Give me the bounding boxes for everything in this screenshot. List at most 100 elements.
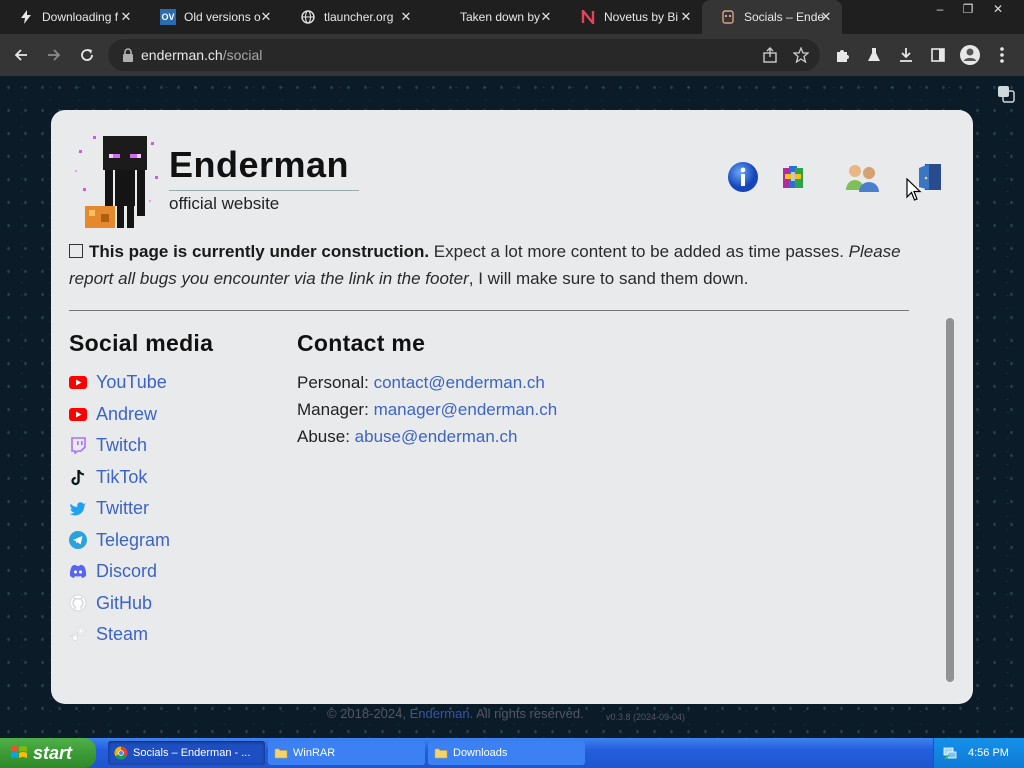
enderman-avatar [69, 130, 161, 230]
contact-label: Manager: [297, 400, 369, 419]
arrow-left-icon [14, 49, 27, 61]
browser-toolbar: enderman.ch/social [0, 34, 1024, 76]
telegram-icon [69, 531, 87, 549]
taskbar: start Socials – Enderman - ... WinRAR Do… [0, 738, 1024, 768]
close-icon[interactable]: ✕ [258, 9, 274, 25]
footer-author-link[interactable]: Enderman [410, 706, 470, 721]
youtube-icon [69, 405, 87, 423]
close-icon[interactable]: ✕ [818, 9, 834, 25]
contact-email-link[interactable]: manager@enderman.ch [374, 400, 558, 419]
start-button[interactable]: start [0, 738, 96, 768]
github-icon [69, 594, 87, 612]
section-divider [69, 310, 909, 311]
translate-icon[interactable] [997, 85, 1015, 103]
users-icon[interactable] [844, 160, 879, 194]
social-link-twitter[interactable]: Twitter [96, 498, 149, 519]
social-item-twitch[interactable]: Twitch [69, 433, 229, 457]
ov-logo-icon: OV [160, 9, 176, 25]
social-link-discord[interactable]: Discord [96, 561, 157, 582]
social-item-andrew[interactable]: Andrew [69, 402, 229, 426]
mouse-cursor-icon [906, 178, 922, 201]
contact-row-abuse: Abuse: abuse@enderman.ch [297, 427, 517, 447]
social-item-tiktok[interactable]: TikTok [69, 465, 229, 489]
tab-novetus[interactable]: Novetus by Bi ✕ [562, 0, 702, 34]
profile-avatar-icon[interactable] [958, 43, 982, 67]
archive-icon[interactable] [776, 160, 810, 194]
close-icon[interactable]: ✕ [398, 9, 414, 25]
social-link-github[interactable]: GitHub [96, 593, 152, 614]
social-item-github[interactable]: GitHub [69, 591, 229, 615]
social-item-steam[interactable]: Steam [69, 622, 229, 646]
reload-icon [81, 49, 93, 61]
taskbar-item-winrar[interactable]: WinRAR [268, 741, 425, 765]
taskbar-item-downloads[interactable]: Downloads [428, 741, 585, 765]
contact-label: Personal: [297, 373, 369, 392]
kebab-menu-icon[interactable] [990, 43, 1014, 67]
social-item-discord[interactable]: Discord [69, 559, 229, 583]
folder-icon [434, 748, 448, 759]
contact-email-link[interactable]: abuse@enderman.ch [355, 427, 518, 446]
youtube-icon [69, 373, 87, 391]
system-tray: 4:56 PM [933, 738, 1024, 768]
version-label: v0.3.8 (2024-09-04) [606, 712, 686, 722]
social-link-steam[interactable]: Steam [96, 624, 148, 645]
contact-row-personal: Personal: contact@enderman.ch [297, 373, 545, 393]
tab-downloading[interactable]: Downloading f ✕ [0, 0, 142, 34]
forward-button[interactable] [41, 42, 67, 68]
globe-icon [300, 9, 316, 25]
extensions-puzzle-icon[interactable] [830, 43, 854, 67]
site-title: Enderman [169, 144, 350, 185]
lock-icon [123, 48, 133, 62]
labs-flask-icon[interactable] [862, 43, 886, 67]
social-media-heading: Social media [69, 330, 214, 356]
info-icon[interactable] [726, 160, 760, 194]
social-item-youtube[interactable]: YouTube [69, 370, 229, 394]
network-icon[interactable] [942, 745, 958, 761]
side-panel-icon[interactable] [926, 43, 950, 67]
tab-old-versions[interactable]: OV Old versions o ✕ [142, 0, 282, 34]
twitch-icon [69, 436, 87, 454]
restore-button[interactable]: ❐ [953, 0, 983, 18]
close-icon[interactable]: ✕ [118, 9, 134, 25]
taskbar-item-chrome[interactable]: Socials – Enderman - ... [108, 741, 265, 765]
address-bar[interactable]: enderman.ch/social [108, 39, 820, 71]
tab-socials-enderman[interactable]: Socials – Ende ✕ [702, 0, 842, 34]
download-icon[interactable] [894, 43, 918, 67]
share-icon[interactable] [758, 43, 782, 67]
window-close-button[interactable]: ✕ [983, 0, 1013, 18]
windows-flag-icon [11, 746, 27, 758]
content-scrollbar[interactable] [946, 318, 954, 682]
steam-icon [69, 625, 87, 643]
social-item-twitter[interactable]: Twitter [69, 496, 229, 520]
construction-notice: This page is currently under constructio… [69, 242, 901, 288]
close-icon[interactable]: ✕ [678, 9, 694, 25]
social-link-tiktok[interactable]: TikTok [96, 467, 147, 488]
contact-heading: Contact me [297, 330, 426, 356]
tab-taken-down[interactable]: Taken down by ✕ [422, 0, 562, 34]
checkbox-icon [69, 244, 83, 258]
close-icon[interactable]: ✕ [538, 9, 554, 25]
contact-row-manager: Manager: manager@enderman.ch [297, 400, 557, 420]
arrow-right-icon [48, 49, 61, 61]
enderman-favicon [720, 9, 736, 25]
social-link-andrew[interactable]: Andrew [96, 404, 157, 425]
novetus-icon [580, 9, 596, 25]
content-card: Enderman official website This page is c… [51, 110, 973, 704]
contact-email-link[interactable]: contact@enderman.ch [374, 373, 545, 392]
lightning-icon [18, 9, 34, 25]
tab-strip: Downloading f ✕ OV Old versions o ✕ tlau… [0, 0, 1024, 34]
social-link-youtube[interactable]: YouTube [96, 372, 167, 393]
url-text: enderman.ch/social [141, 47, 263, 63]
tray-clock: 4:56 PM [968, 747, 1009, 759]
reload-button[interactable] [74, 42, 100, 68]
title-divider [169, 190, 359, 191]
minimize-button[interactable]: – [925, 0, 955, 18]
back-button[interactable] [8, 42, 34, 68]
contact-label: Abuse: [297, 427, 350, 446]
social-item-telegram[interactable]: Telegram [69, 528, 229, 552]
social-link-twitch[interactable]: Twitch [96, 435, 147, 456]
tab-tlauncher[interactable]: tlauncher.org ✕ [282, 0, 422, 34]
bookmark-star-icon[interactable] [789, 43, 813, 67]
social-link-telegram[interactable]: Telegram [96, 530, 170, 551]
discord-icon [69, 562, 87, 580]
